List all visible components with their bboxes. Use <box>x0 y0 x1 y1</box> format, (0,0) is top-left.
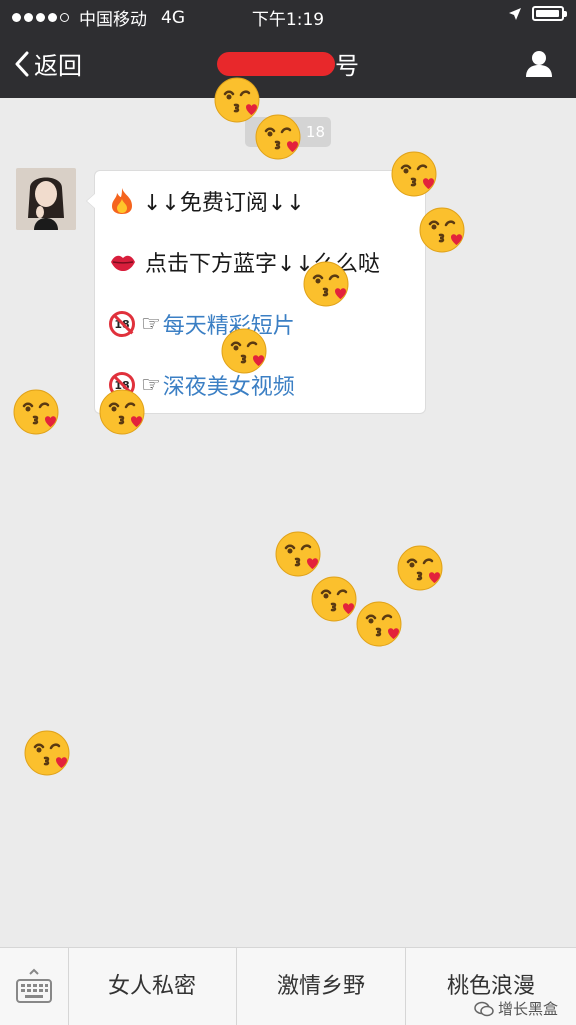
status-right <box>508 6 567 21</box>
kiss-face-emoji <box>396 544 444 592</box>
redaction-mark <box>217 51 335 76</box>
status-time: 下午1:19 <box>251 10 325 30</box>
profile-button[interactable] <box>524 48 554 82</box>
top-bar: 中国移动 4G 下午1:19 返回 号 <box>0 0 576 98</box>
kiss-face-emoji <box>310 575 358 623</box>
kiss-face-emoji <box>302 260 350 308</box>
nav-bar: 返回 号 <box>0 32 576 98</box>
keyboard-icon <box>16 968 52 1003</box>
kiss-face-emoji <box>12 388 60 436</box>
avatar-photo <box>16 168 76 230</box>
wechat-icon <box>474 1001 494 1016</box>
kiss-face-emoji <box>23 729 71 777</box>
avatar[interactable] <box>16 168 76 230</box>
fire-icon <box>109 187 135 215</box>
status-bar: 中国移动 4G 下午1:19 <box>0 0 576 32</box>
kiss-face-emoji <box>220 327 268 375</box>
menu-item-2[interactable]: 激情乡野 <box>237 948 406 1025</box>
kiss-face-emoji <box>274 530 322 578</box>
chat-title: 号 <box>0 46 576 81</box>
kiss-face-emoji <box>254 113 302 161</box>
menu-item-1[interactable]: 女人私密 <box>68 948 237 1025</box>
kiss-face-emoji <box>418 206 466 254</box>
kiss-face-emoji <box>98 388 146 436</box>
message-text-subscribe: ↓↓免费订阅↓↓ <box>143 191 305 216</box>
no-under-18-icon: 18 <box>109 311 135 337</box>
profile-icon <box>526 51 552 77</box>
title-suffix: 号 <box>335 52 359 80</box>
location-arrow-icon <box>509 7 521 20</box>
message-line-subscribe: ↓↓免费订阅↓↓ <box>109 185 305 217</box>
battery-icon <box>532 6 567 21</box>
message-bubble: ↓↓免费订阅↓↓ 点击下方蓝字↓↓么么哒 18 ☞ 每天精彩短片 18 ☞ 深夜… <box>86 170 426 414</box>
kiss-face-emoji <box>355 600 403 648</box>
kiss-lips-icon <box>109 251 137 273</box>
watermark-text: 增长黑盒 <box>497 1000 558 1018</box>
pointing-hand-icon: ☞ <box>141 311 161 337</box>
kiss-face-emoji <box>390 150 438 198</box>
watermark: 增长黑盒 <box>474 998 558 1019</box>
keyboard-toggle-button[interactable] <box>0 948 69 1025</box>
